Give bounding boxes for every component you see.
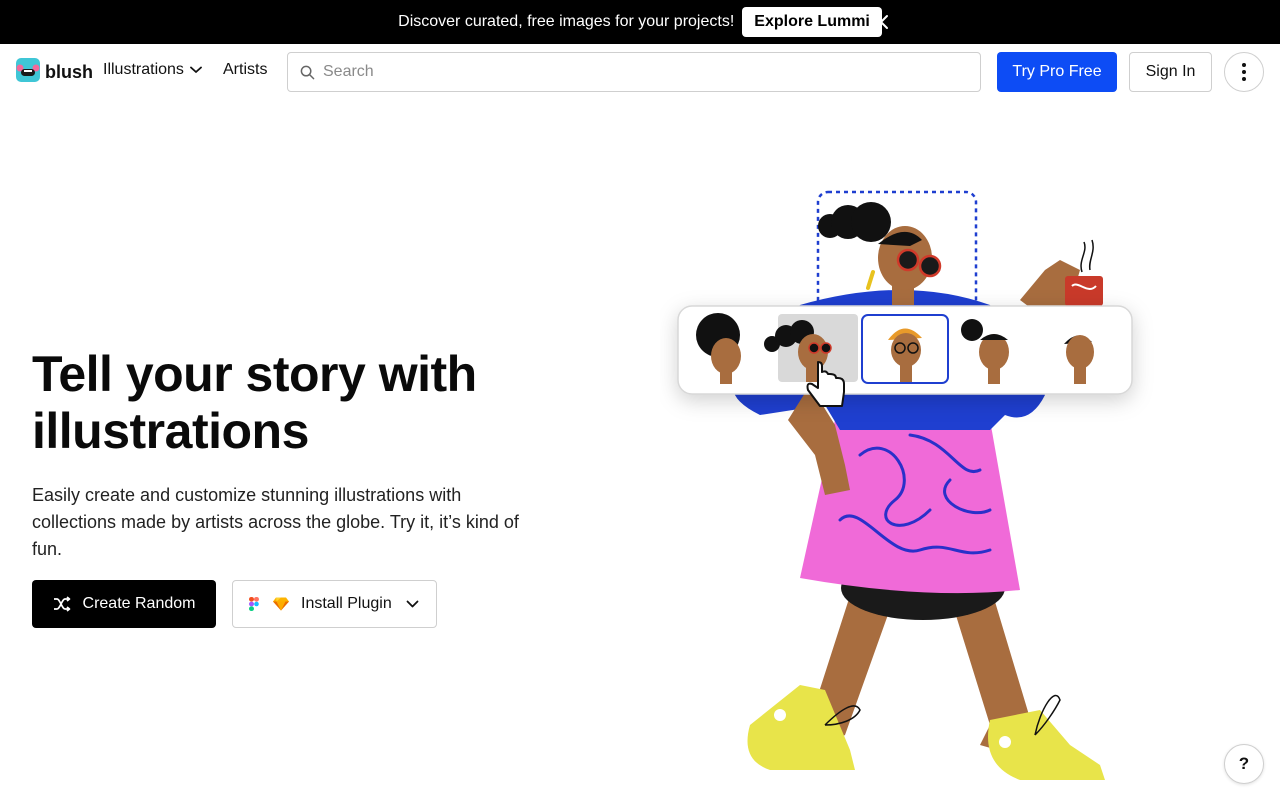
install-plugin-button[interactable]: Install Plugin: [232, 580, 437, 628]
nav-artists-label: Artists: [223, 61, 268, 78]
cup: [1065, 276, 1103, 306]
try-pro-free-button[interactable]: Try Pro Free: [997, 52, 1117, 92]
more-vertical-icon: [1242, 63, 1246, 81]
close-icon[interactable]: [870, 11, 892, 33]
hero-illustration: [660, 180, 1160, 800]
create-random-button[interactable]: Create Random: [32, 580, 216, 628]
hair-bun-large: [851, 202, 891, 242]
explore-lummi-button[interactable]: Explore Lummi: [742, 7, 882, 37]
chevron-down-icon[interactable]: [406, 600, 419, 608]
right-shoe-dot: [999, 736, 1011, 748]
more-menu-button[interactable]: [1224, 52, 1264, 92]
search-input[interactable]: [323, 63, 963, 81]
earring: [866, 270, 875, 290]
hero-description: Easily create and customize stunning ill…: [32, 485, 519, 559]
blush-logo[interactable]: blush: [16, 58, 93, 87]
nav-artists[interactable]: Artists: [223, 61, 267, 79]
sunglasses-lens-right: [918, 254, 942, 278]
hero-title: Tell your story with illustrations: [32, 346, 477, 459]
figma-icon: [249, 597, 259, 611]
left-shoe-dot: [774, 709, 786, 721]
install-plugin-label: Install Plugin: [301, 595, 392, 612]
logo-text: blush: [45, 62, 93, 82]
search-box[interactable]: [287, 52, 981, 92]
promo-banner: Discover curated, free images for your p…: [0, 0, 1280, 44]
character-illustration: [677, 190, 1133, 780]
nav-illustrations-dropdown[interactable]: Illustrations: [103, 61, 202, 79]
character-picker-panel: [677, 305, 1133, 407]
shuffle-icon: [53, 596, 71, 612]
sunglasses-lens-left: [896, 248, 920, 272]
sign-in-button[interactable]: Sign In: [1129, 52, 1212, 92]
help-label: ?: [1238, 754, 1250, 773]
sketch-icon: [273, 597, 289, 611]
create-random-label: Create Random: [82, 595, 196, 612]
site-header: blush Illustrations Artists Try Pro Free…: [0, 44, 1280, 100]
blush-logo-icon: [16, 58, 40, 87]
nav-illustrations-label: Illustrations: [103, 61, 184, 78]
steam: [1080, 239, 1094, 273]
banner-text: Discover curated, free images for your p…: [398, 13, 735, 30]
help-button[interactable]: ?: [1224, 744, 1264, 784]
search-icon: [300, 65, 315, 80]
chevron-down-icon: [190, 66, 202, 74]
